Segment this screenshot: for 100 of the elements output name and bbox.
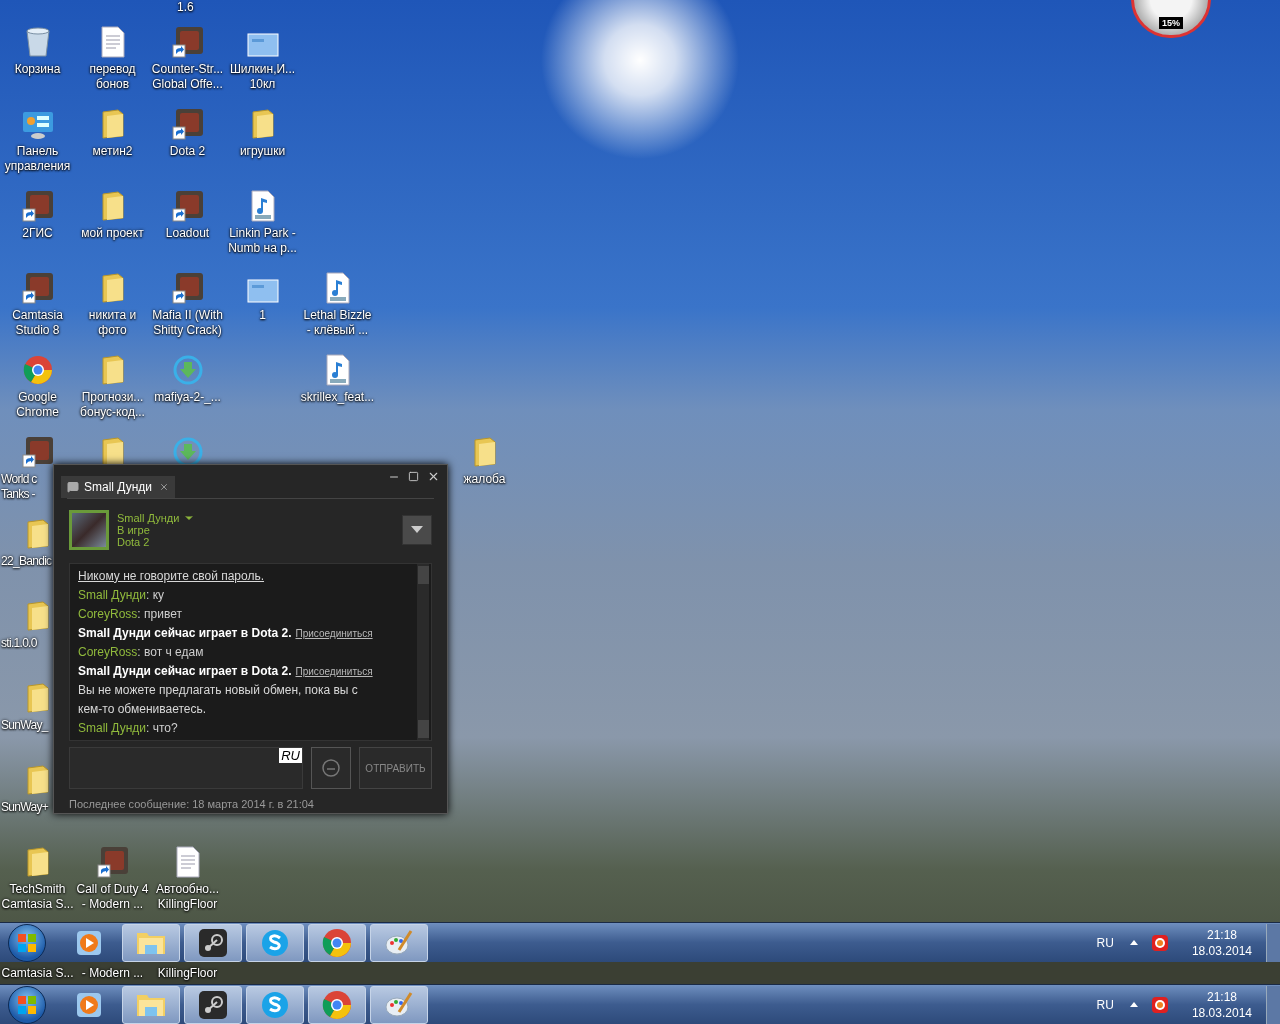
chrome-icon [321,988,353,1021]
options-dropdown-button[interactable] [402,514,432,545]
caret-icon [411,526,423,534]
icon-label[interactable]: 1 [259,308,266,323]
windows-logo-icon [17,932,37,953]
clock[interactable]: 21:18 18.03.2014 [1191,926,1252,959]
tray-app-icon[interactable] [1151,996,1168,1013]
windows-logo-icon [17,994,37,1015]
close-icon[interactable] [427,470,440,483]
document-icon [174,846,201,878]
show-hidden-icons-arrow-icon[interactable] [1129,940,1138,945]
icon-label[interactable]: Прогнози... бонус-код... [80,390,145,420]
icon-label[interactable]: SunWay+ [1,800,48,815]
icon-label: Camtasia S... [0,965,75,982]
cpu-reading: 15% [1159,17,1183,29]
music-file-icon [249,190,276,222]
game-status-message: Small Дунди сейчас играет в Dota 2. [78,662,292,680]
chrome-icon [321,926,353,959]
icon-label[interactable]: TechSmith Camtasia S... [1,882,74,912]
icon-label[interactable]: Автообно... KillingFloor [156,882,219,912]
icon-label[interactable]: никита и фото [88,308,137,338]
language-indicator[interactable]: RU [1096,995,1114,1014]
icon-label: KillingFloor [156,965,219,982]
game-status-message: Small Дунди сейчас играет в Dota 2. [78,624,292,642]
taskbar-app-button[interactable] [184,985,242,1024]
language-indicator[interactable]: RU [1096,933,1114,952]
message-input[interactable]: RU [69,747,303,790]
join-link[interactable]: Присоединиться [295,623,373,643]
app-shortcut-icon [96,846,129,878]
desktop-label-fragment: 1.6 [177,0,194,15]
chat-message: Small Дунди: ку [78,586,166,604]
steam-icon [198,989,228,1020]
icon-label[interactable]: Linkin Park - Numb на p... [228,226,297,256]
keyboard-language-badge: RU [279,748,302,764]
chat-message: CoreyRoss: вот ч едам [78,643,205,661]
icon-label[interactable]: Google Chrome [16,390,59,420]
icon-label[interactable]: жалоба [463,472,506,487]
app-shortcut-icon [21,190,54,222]
join-link[interactable]: Присоединиться [295,661,373,681]
control-panel-icon [21,110,54,140]
friend-name[interactable]: Small Дунди [117,511,180,524]
chat-message: CoreyRoss: привет [78,605,183,623]
icon-label[interactable]: перевод бонов [89,62,136,92]
icon-label[interactable]: Counter-Str... Global Offe... [151,62,224,92]
maximize-icon[interactable] [408,471,419,482]
icon-label[interactable]: Call of Duty 4 - Modern ... [76,882,149,912]
icon-label[interactable]: Mafia II (With Shitty Crack) [152,308,223,338]
icon-label[interactable]: skrillex_feat... [300,390,375,405]
music-file-icon [324,272,351,304]
emoji-button[interactable] [311,747,351,790]
scrollbar[interactable] [417,563,429,741]
avatar-photo [69,509,109,550]
app-shortcut-icon [171,108,204,140]
icon-label[interactable]: Шилкин,И... 10кл [229,62,296,92]
tray-app-icon[interactable] [1151,934,1168,951]
icon-label[interactable]: World c Tanks - [1,472,37,502]
taskbar-app-button[interactable] [184,923,242,962]
skype-icon [260,927,290,958]
icon-label[interactable]: SunWay_ [1,718,48,733]
document-icon [99,26,126,58]
app-shortcut-icon [171,190,204,222]
icon-label[interactable]: Dota 2 [169,144,206,159]
last-message-info: Последнее сообщение: 18 марта 2014 г. в 21:04 [69,797,315,813]
icon-label[interactable]: Lethal Bizzle - клёвый ... [303,308,372,338]
smiley-icon [322,759,340,778]
icon-label[interactable]: Панель управления [4,144,71,174]
warning-link[interactable]: Никому не говорите свой пароль. [78,566,409,586]
steam-icon [198,927,228,958]
icon-label[interactable]: Loadout [165,226,210,241]
image-file-icon [246,278,279,304]
app-shortcut-icon [171,272,204,304]
icon-label[interactable]: мой проект [81,226,144,241]
icon-label[interactable]: 2ГИС [22,226,53,241]
icon-label[interactable]: Корзина [14,62,61,77]
chat-tab[interactable]: Small Дунди [61,475,176,498]
icon-label[interactable]: Camtasia Studio 8 [12,308,63,338]
skype-icon [260,989,290,1020]
start-button[interactable] [8,923,46,962]
friend-game: Dota 2 [117,535,151,548]
icon-label[interactable]: 22_Bandic [1,554,52,569]
start-button[interactable] [8,985,46,1024]
recycle-bin-icon [23,26,52,58]
icon-label: - Modern ... [80,965,145,982]
music-file-icon [324,354,351,386]
media-player-icon [75,928,103,957]
send-button[interactable]: ОТПРАВИТЬ [359,747,432,790]
close-tab-icon[interactable] [159,481,170,492]
app-shortcut-icon [171,26,204,58]
icon-label[interactable]: mafiya-2-_... [154,390,221,405]
tab-label[interactable]: Small Дунди [84,477,153,496]
app-shortcut-icon [21,272,54,304]
show-hidden-icons-arrow-icon[interactable] [1129,1002,1138,1007]
icon-label[interactable]: метин2 [92,144,133,159]
friend-status: В игре [117,523,150,536]
icon-label[interactable]: sti.1.0.0 [1,636,37,651]
icon-label[interactable]: игрушки [239,144,286,159]
clock[interactable]: 21:18 18.03.2014 [1191,988,1252,1021]
media-player-icon [75,990,103,1019]
download-icon [171,354,204,386]
app-shortcut-icon [21,436,54,468]
